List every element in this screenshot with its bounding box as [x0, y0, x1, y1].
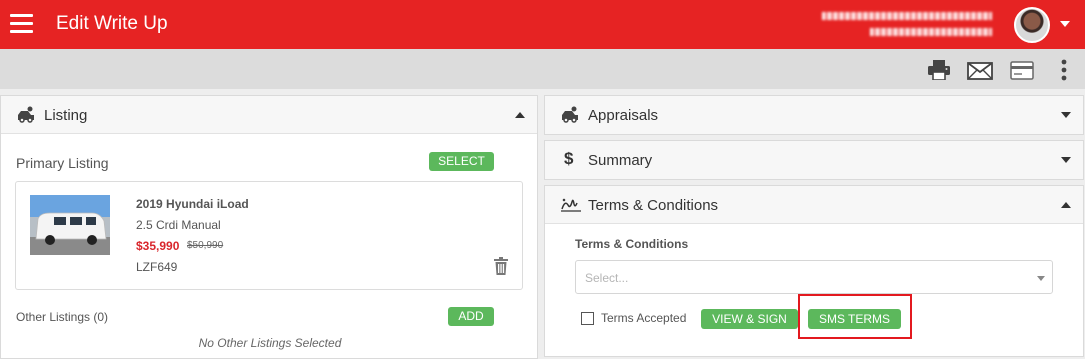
terms-accepted-label: Terms Accepted — [601, 311, 687, 325]
other-listings-label: Other Listings (0) — [16, 310, 109, 324]
user-info-redacted — [822, 8, 998, 42]
more-vertical-icon[interactable] — [1061, 59, 1067, 81]
view-and-sign-button[interactable]: VIEW & SIGN — [701, 309, 798, 329]
select-listing-button[interactable]: SELECT — [429, 152, 494, 171]
hamburger-menu-icon[interactable] — [10, 14, 33, 33]
email-icon[interactable] — [967, 62, 993, 80]
terms-field-label: Terms & Conditions — [575, 237, 689, 251]
primary-listing-label: Primary Listing — [16, 155, 109, 171]
vehicle-stock-number: LZF649 — [136, 260, 178, 274]
appraisals-panel: Appraisals — [544, 95, 1084, 135]
vehicle-trim: 2.5 Crdi Manual — [136, 218, 221, 232]
terms-panel-title: Terms & Conditions — [588, 197, 719, 214]
user-avatar[interactable] — [1014, 7, 1050, 43]
dollar-icon: $ — [564, 149, 574, 168]
listing-panel-title: Listing — [44, 107, 88, 124]
terms-panel: Terms & Conditions Terms & Conditions Se… — [544, 185, 1084, 357]
print-icon[interactable] — [928, 60, 950, 80]
primary-listing-card[interactable]: 2019 Hyundai iLoad 2.5 Crdi Manual $35,9… — [15, 181, 523, 290]
payment-card-icon[interactable] — [1010, 61, 1034, 80]
car-icon — [562, 106, 578, 123]
trash-icon[interactable] — [494, 257, 508, 275]
terms-panel-header[interactable]: Terms & Conditions — [545, 186, 1083, 224]
vehicle-title: 2019 Hyundai iLoad — [136, 197, 249, 211]
add-listing-button[interactable]: ADD — [448, 307, 494, 326]
sms-terms-button[interactable]: SMS TERMS — [808, 309, 901, 329]
page-title: Edit Write Up — [56, 13, 168, 34]
terms-accepted-checkbox[interactable] — [581, 312, 594, 325]
signature-icon — [561, 198, 581, 212]
chevron-up-icon[interactable] — [515, 112, 525, 118]
chevron-down-icon[interactable] — [1061, 157, 1071, 163]
terms-select-placeholder: Select... — [585, 271, 629, 285]
chevron-down-icon[interactable] — [1061, 112, 1071, 118]
no-other-listings-text: No Other Listings Selected — [198, 336, 342, 350]
listing-panel-header[interactable]: Listing — [1, 96, 537, 134]
summary-panel-header[interactable]: $ Summary — [545, 141, 1083, 179]
car-icon — [18, 106, 34, 123]
vehicle-old-price: $50,990 — [187, 240, 224, 251]
select-arrow-icon — [1037, 276, 1045, 281]
appraisals-panel-title: Appraisals — [588, 107, 659, 124]
action-toolbar — [0, 49, 1085, 89]
listing-panel: Listing Primary Listing SELECT 2019 Hyun… — [0, 95, 538, 359]
user-menu-chevron-down-icon[interactable] — [1060, 21, 1070, 27]
vehicle-thumbnail — [30, 195, 110, 255]
summary-panel: $ Summary — [544, 140, 1084, 180]
vehicle-price: $35,990 — [136, 239, 180, 253]
top-app-bar: Edit Write Up — [0, 0, 1085, 49]
appraisals-panel-header[interactable]: Appraisals — [545, 96, 1083, 134]
chevron-up-icon[interactable] — [1061, 202, 1071, 208]
terms-select[interactable]: Select... — [575, 260, 1053, 294]
summary-panel-title: Summary — [588, 152, 653, 169]
